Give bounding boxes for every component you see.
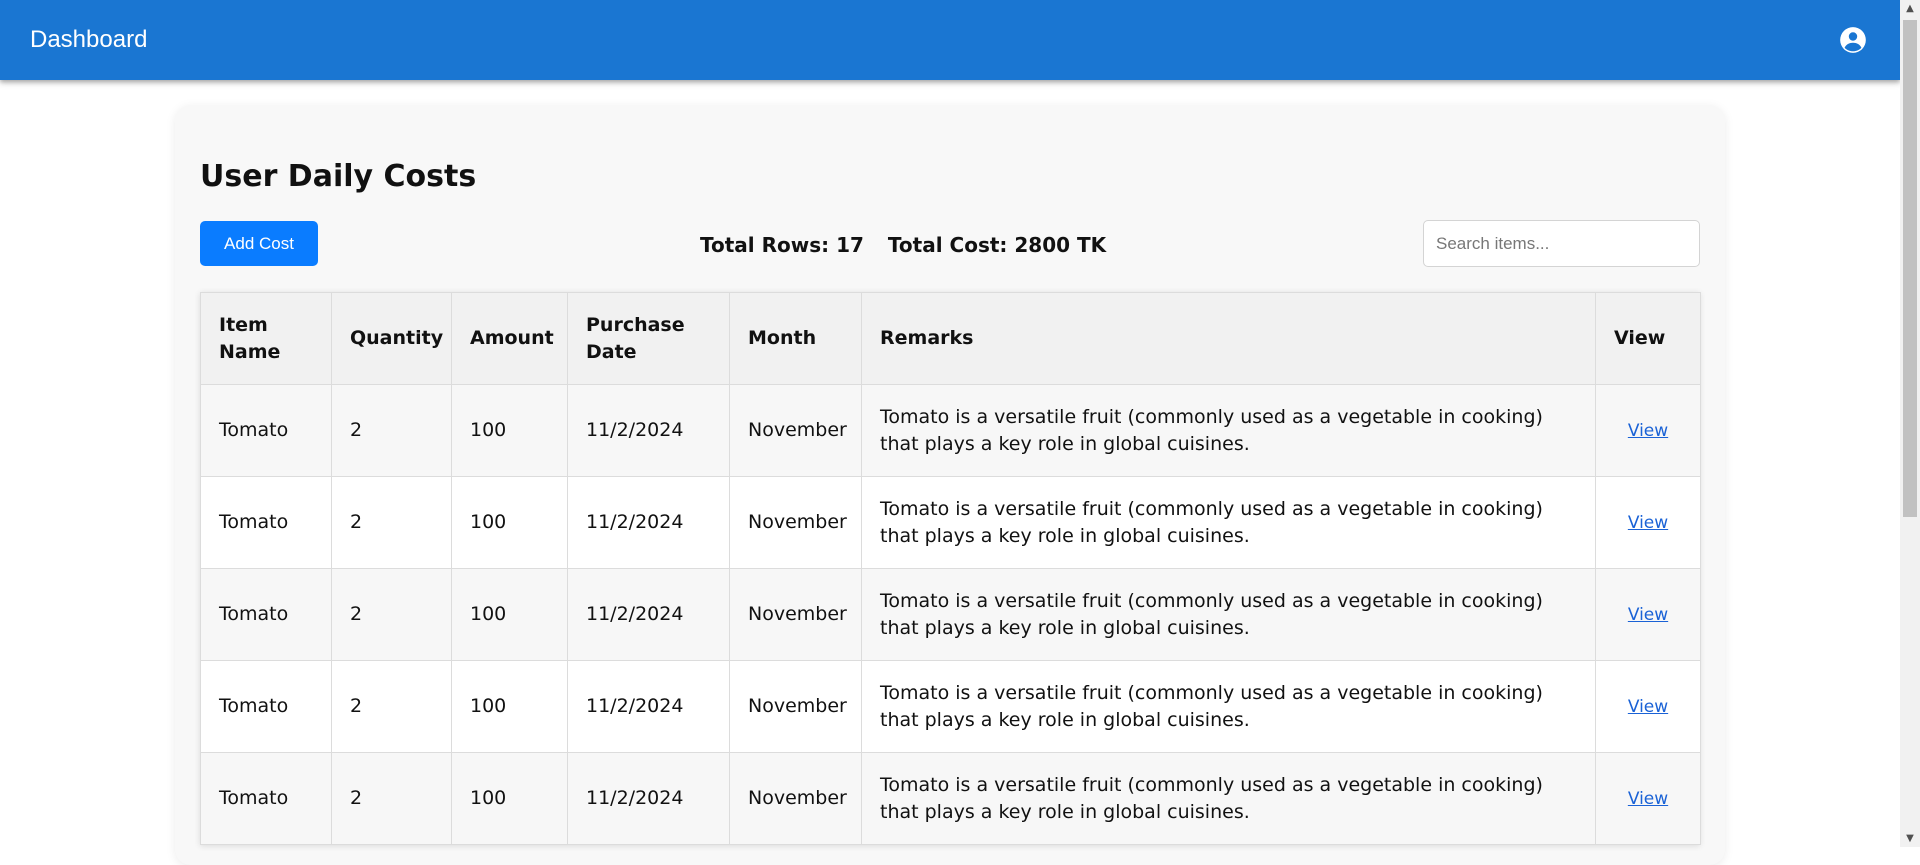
costs-table: Item Name Quantity Amount Purchase Date … — [200, 292, 1701, 845]
scroll-down-arrow-icon[interactable]: ▼ — [1900, 830, 1920, 847]
cell-item-name: Tomato — [200, 660, 332, 753]
cell-item-name: Tomato — [200, 476, 332, 569]
cell-item-name: Tomato — [200, 384, 332, 477]
total-cost: Total Cost: 2800 TK — [887, 233, 1107, 257]
cell-remarks: Tomato is a versatile fruit (commonly us… — [861, 384, 1596, 477]
column-header-quantity: Quantity — [331, 292, 452, 385]
cell-remarks: Tomato is a versatile fruit (commonly us… — [861, 660, 1596, 753]
column-header-purchase-date: Purchase Date — [567, 292, 730, 385]
column-header-amount: Amount — [451, 292, 568, 385]
cell-quantity: 2 — [331, 476, 452, 569]
cell-quantity: 2 — [331, 384, 452, 477]
cell-purchase-date: 11/2/2024 — [567, 660, 730, 753]
cell-amount: 100 — [451, 660, 568, 753]
table-row: Tomato 2 100 11/2/2024 November Tomato i… — [200, 752, 1701, 845]
cell-month: November — [729, 752, 862, 845]
column-header-item-name: Item Name — [200, 292, 332, 385]
total-rows: Total Rows: 17 — [700, 233, 864, 257]
view-link[interactable]: View — [1628, 697, 1668, 717]
cell-quantity: 2 — [331, 568, 452, 661]
scroll-up-arrow-icon[interactable]: ▲ — [1900, 0, 1920, 17]
view-link[interactable]: View — [1628, 421, 1668, 441]
cell-view: View — [1595, 568, 1701, 661]
column-header-view: View — [1595, 292, 1701, 385]
cell-quantity: 2 — [331, 660, 452, 753]
cell-purchase-date: 11/2/2024 — [567, 752, 730, 845]
search-input[interactable] — [1423, 220, 1700, 267]
cell-amount: 100 — [451, 752, 568, 845]
table-row: Tomato 2 100 11/2/2024 November Tomato i… — [200, 568, 1701, 661]
view-link[interactable]: View — [1628, 789, 1668, 809]
cell-purchase-date: 11/2/2024 — [567, 384, 730, 477]
account-circle-icon[interactable] — [1839, 26, 1867, 54]
cell-remarks: Tomato is a versatile fruit (commonly us… — [861, 476, 1596, 569]
cell-amount: 100 — [451, 384, 568, 477]
cell-quantity: 2 — [331, 752, 452, 845]
cell-item-name: Tomato — [200, 568, 332, 661]
cell-month: November — [729, 384, 862, 477]
table-row: Tomato 2 100 11/2/2024 November Tomato i… — [200, 660, 1701, 753]
vertical-scrollbar[interactable]: ▲ ▼ — [1900, 0, 1920, 847]
cell-purchase-date: 11/2/2024 — [567, 476, 730, 569]
table-row: Tomato 2 100 11/2/2024 November Tomato i… — [200, 384, 1701, 477]
cell-view: View — [1595, 476, 1701, 569]
page-title: User Daily Costs — [200, 159, 477, 194]
cell-remarks: Tomato is a versatile fruit (commonly us… — [861, 752, 1596, 845]
view-link[interactable]: View — [1628, 513, 1668, 533]
cell-month: November — [729, 660, 862, 753]
cell-purchase-date: 11/2/2024 — [567, 568, 730, 661]
cell-month: November — [729, 476, 862, 569]
add-cost-button[interactable]: Add Cost — [200, 221, 318, 266]
cell-view: View — [1595, 660, 1701, 753]
app-bar: Dashboard — [0, 0, 1900, 80]
table-row: Tomato 2 100 11/2/2024 November Tomato i… — [200, 476, 1701, 569]
scrollbar-thumb[interactable] — [1903, 20, 1917, 517]
cell-view: View — [1595, 384, 1701, 477]
cell-amount: 100 — [451, 476, 568, 569]
cell-month: November — [729, 568, 862, 661]
summary-stats: Total Rows: 17 Total Cost: 2800 TK — [700, 232, 1106, 258]
column-header-remarks: Remarks — [861, 292, 1596, 385]
cell-item-name: Tomato — [200, 752, 332, 845]
costs-table-container: Item Name Quantity Amount Purchase Date … — [200, 292, 1701, 845]
app-title: Dashboard — [30, 26, 148, 53]
column-header-month: Month — [729, 292, 862, 385]
table-header-row: Item Name Quantity Amount Purchase Date … — [200, 292, 1701, 385]
view-link[interactable]: View — [1628, 605, 1668, 625]
cell-amount: 100 — [451, 568, 568, 661]
cell-view: View — [1595, 752, 1701, 845]
cell-remarks: Tomato is a versatile fruit (commonly us… — [861, 568, 1596, 661]
